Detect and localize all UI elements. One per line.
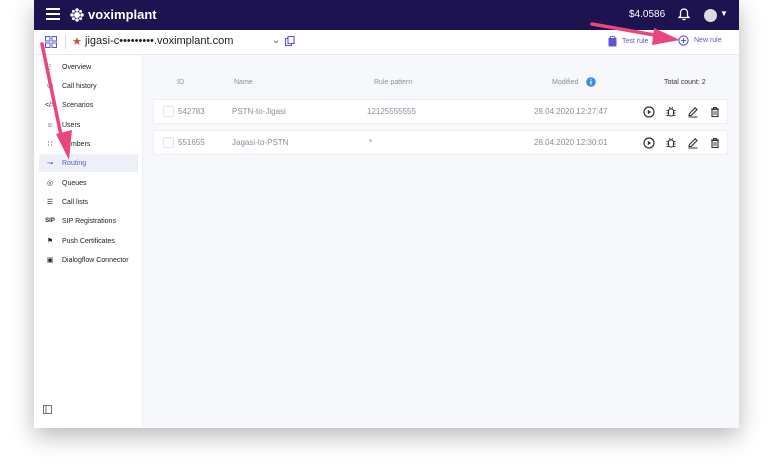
star-icon[interactable]: ★ (72, 35, 82, 48)
sidebar-item-label: Routing (62, 159, 87, 167)
sidebar-item-label: Call lists (62, 198, 89, 206)
rule-pattern: 12125555555 (367, 107, 416, 116)
brand-name: voximplant (88, 7, 157, 22)
sidebar-item-queues[interactable]: ◎ Queues (39, 174, 138, 192)
info-icon[interactable] (586, 77, 596, 87)
sip-icon: SIP (45, 218, 55, 224)
overview-icon: ⋮ (46, 64, 54, 71)
apps-grid-icon[interactable] (45, 36, 57, 48)
new-rule-button[interactable]: New rule (678, 35, 722, 46)
test-rule-button[interactable]: Test rule (608, 36, 648, 47)
rule-id: 542783 (178, 107, 205, 116)
top-bar: voximplant $4.0586 ▼ (34, 0, 739, 30)
row-actions (642, 105, 722, 119)
rule-name: Jagasi-to-PSTN (232, 138, 289, 147)
sidebar-item-label: Call history (62, 82, 97, 90)
sidebar-item-call-history[interactable]: ✆ Call history (39, 77, 138, 95)
play-icon[interactable] (642, 136, 656, 150)
voximplant-logo-icon (70, 7, 84, 22)
sidebar-item-label: Numbers (62, 140, 91, 148)
sidebar-item-label: Queues (62, 179, 87, 187)
sidebar-item-numbers[interactable]: ∷ Numbers (39, 135, 138, 153)
edit-icon[interactable] (686, 105, 700, 119)
dialogflow-icon: ▣ (46, 257, 54, 264)
sidebar-item-users[interactable]: ☺ Users (39, 116, 138, 134)
row-actions (642, 136, 722, 150)
sidebar-item-call-lists[interactable]: ☰ Call lists (39, 193, 138, 211)
rule-modified: 28.04.2020 12:30:01 (534, 138, 608, 147)
sidebar-item-label: Scenarios (62, 101, 94, 109)
users-icon: ☺ (46, 121, 54, 129)
avatar[interactable] (704, 9, 717, 22)
play-icon[interactable] (642, 105, 656, 119)
certificate-icon: ⚑ (46, 238, 54, 245)
routing-rules-panel: ID Name Rule pattern Modified Total coun… (142, 55, 739, 428)
table-row[interactable]: 542783 PSTN-to-Jigasi 12125555555 28.04.… (153, 99, 728, 124)
sidebar-item-scenarios[interactable]: </> Scenarios (39, 96, 138, 114)
rule-id: 551655 (178, 138, 205, 147)
application-bar: ★ jigasi-c•••••••••.voximplant.com ⌄ Tes… (34, 30, 739, 55)
application-name[interactable]: jigasi-c•••••••••.voximplant.com (85, 35, 233, 47)
rule-pattern: * (369, 138, 373, 147)
app-window: voximplant $4.0586 ▼ ★ jigasi-c•••••••••… (34, 0, 739, 428)
collapse-sidebar-icon[interactable] (43, 405, 52, 414)
account-balance[interactable]: $4.0586 (629, 9, 665, 20)
new-rule-label: New rule (694, 37, 722, 44)
queues-icon: ◎ (46, 180, 54, 187)
sidebar-item-label: Push Certificates (62, 237, 115, 245)
column-header-modified[interactable]: Modified (552, 79, 578, 86)
sidebar-item-label: SIP Registrations (62, 217, 116, 225)
sidebar: ⋮ Overview ✆ Call history </> Scenarios … (34, 55, 143, 428)
total-count: Total count: 2 (664, 79, 706, 86)
delete-icon[interactable] (708, 105, 722, 119)
sidebar-item-label: Overview (62, 63, 92, 71)
chevron-down-icon[interactable]: ⌄ (272, 35, 280, 46)
sidebar-item-sip-registrations[interactable]: SIP SIP Registrations (39, 212, 138, 230)
column-header-name[interactable]: Name (234, 79, 253, 86)
rule-name: PSTN-to-Jigasi (232, 107, 286, 116)
sidebar-item-push-certificates[interactable]: ⚑ Push Certificates (39, 232, 138, 250)
sidebar-item-dialogflow-connector[interactable]: ▣ Dialogflow Connector (39, 251, 138, 269)
sidebar-item-label: Dialogflow Connector (62, 256, 129, 264)
clipboard-icon (608, 36, 617, 47)
column-header-id[interactable]: ID (177, 79, 184, 86)
list-icon: ☰ (46, 199, 54, 206)
rule-modified: 28.04.2020 12:27:47 (534, 107, 608, 116)
row-checkbox[interactable] (163, 106, 174, 117)
hamburger-menu-icon[interactable] (46, 8, 60, 22)
delete-icon[interactable] (708, 136, 722, 150)
row-checkbox[interactable] (163, 137, 174, 148)
debug-icon[interactable] (664, 105, 678, 119)
call-history-icon: ✆ (47, 83, 53, 90)
edit-icon[interactable] (686, 136, 700, 150)
debug-icon[interactable] (664, 136, 678, 150)
sidebar-item-label: Users (62, 121, 81, 129)
code-icon: </> (44, 101, 56, 109)
routing-icon: ↝ (47, 160, 53, 167)
bell-icon[interactable] (678, 8, 690, 21)
copy-icon[interactable] (285, 36, 295, 46)
sidebar-item-routing[interactable]: ↝ Routing (39, 154, 138, 172)
column-header-rule-pattern[interactable]: Rule pattern (374, 79, 412, 86)
sidebar-item-overview[interactable]: ⋮ Overview (39, 58, 138, 76)
add-circle-icon (678, 35, 689, 46)
brand-logo[interactable]: voximplant (70, 7, 157, 22)
dialpad-icon: ∷ (47, 141, 53, 148)
divider (65, 35, 66, 49)
table-row[interactable]: 551655 Jagasi-to-PSTN * 28.04.2020 12:30… (153, 130, 728, 155)
test-rule-label: Test rule (622, 38, 649, 45)
chevron-down-icon[interactable]: ▼ (720, 9, 728, 18)
